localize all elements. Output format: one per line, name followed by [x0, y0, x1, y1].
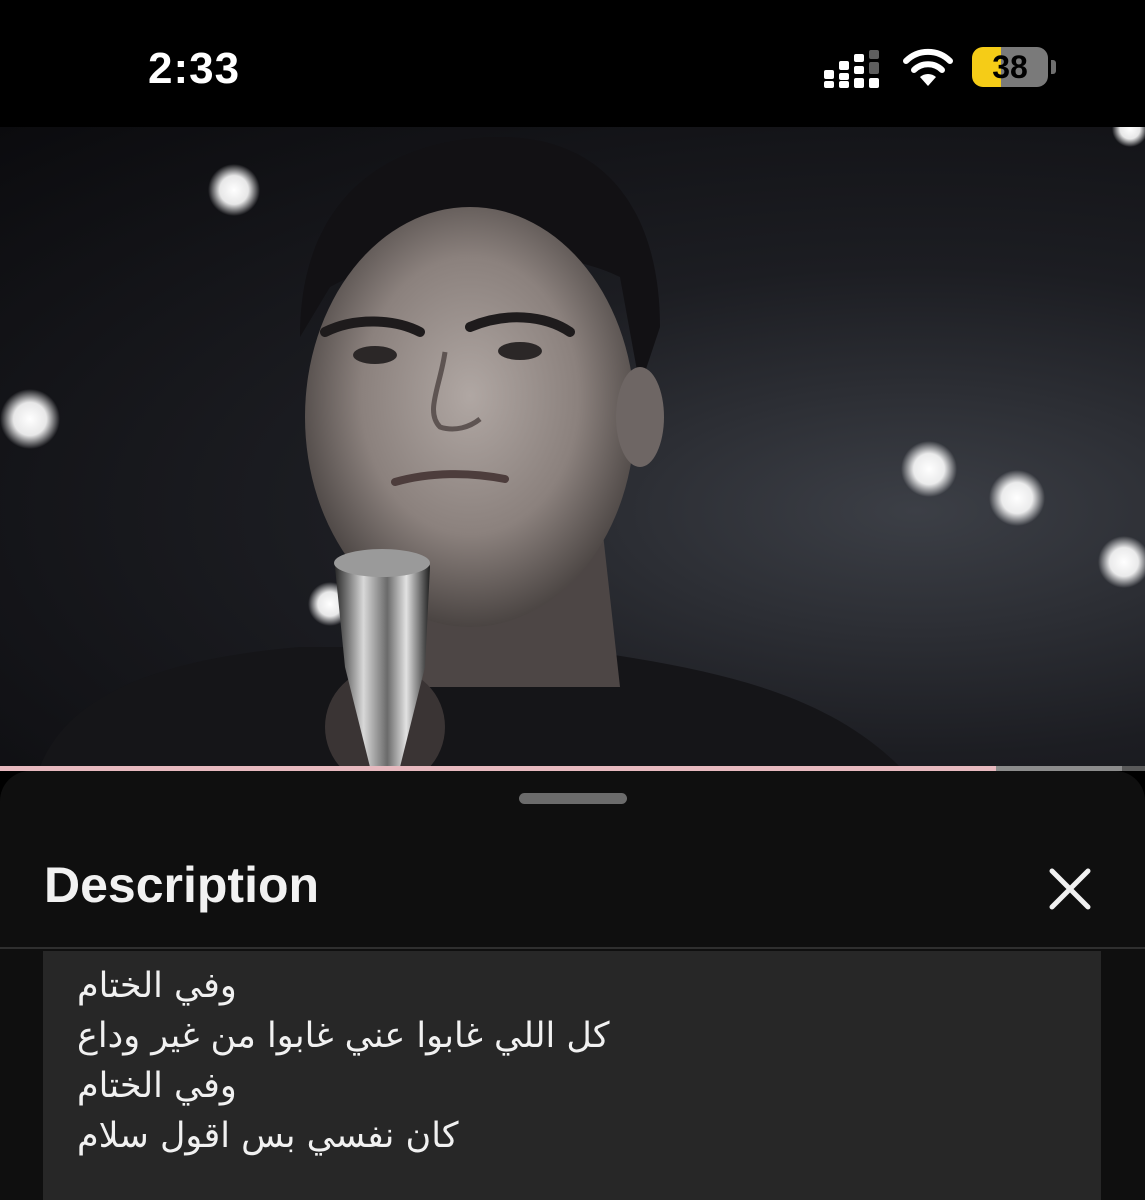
- lyrics-block: وفي الختام كل اللي غابوا عني غابوا من غي…: [43, 951, 1101, 1200]
- wifi-icon: [903, 48, 953, 86]
- lyric-line-3: وفي الختام: [77, 1066, 237, 1106]
- close-icon[interactable]: [1040, 859, 1100, 919]
- status-time: 2:33: [148, 44, 241, 93]
- battery-body: 38: [972, 47, 1048, 87]
- status-bar: 2:33 38: [0, 0, 1145, 127]
- lyric-line-2: كل اللي غابوا عني غابوا من غير وداع: [77, 1016, 610, 1056]
- description-panel: Description وفي الختام كل اللي غابوا عني…: [0, 771, 1145, 1200]
- panel-divider: [0, 947, 1145, 949]
- video-frame-image: [0, 127, 1145, 767]
- battery-level: 38: [992, 49, 1028, 85]
- battery-icon: 38: [972, 47, 1056, 87]
- lyric-line-4: كان نفسي بس اقول سلام: [77, 1116, 459, 1156]
- video-player[interactable]: [0, 127, 1145, 767]
- panel-title: Description: [44, 857, 320, 913]
- cellular-signal-icon: [824, 50, 879, 88]
- battery-tip: [1051, 60, 1056, 74]
- drag-handle[interactable]: [519, 793, 627, 804]
- lyric-line-1: وفي الختام: [77, 966, 237, 1006]
